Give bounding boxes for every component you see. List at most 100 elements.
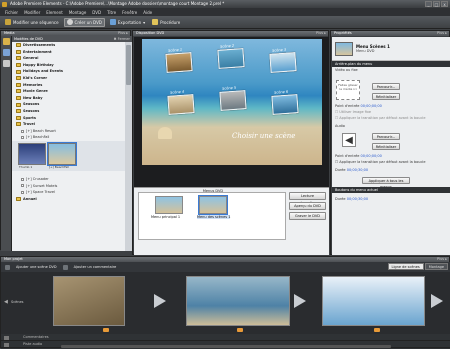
scene-clip[interactable] [53, 276, 125, 326]
maximize-button[interactable]: □ [433, 1, 440, 7]
audio-in-point-value[interactable]: 00;00;00;00 [361, 154, 382, 158]
category-item[interactable]: General [12, 55, 125, 62]
scene-button[interactable]: Scène 6 [271, 90, 299, 115]
in-point-row: Point d'entrée 00;00;00;00 [335, 104, 382, 108]
audio-in-point-row: Point d'entrée 00;00;00;00 [335, 154, 382, 158]
transition-marker[interactable] [431, 294, 443, 308]
transition-marker[interactable] [294, 294, 306, 308]
template-item[interactable]: [+] Crusader [12, 176, 125, 183]
menu-montage[interactable]: Montage [66, 10, 89, 15]
selected-item-type: Menu DVD [356, 49, 375, 53]
templates-tool-icon[interactable] [3, 38, 10, 45]
montage-toggle[interactable]: Montage [424, 263, 448, 270]
burn-dvd-button[interactable]: Graver le DVD [289, 212, 326, 220]
category-item[interactable]: Memories [12, 82, 125, 89]
add-comment-button[interactable]: Ajouter un commentaire [74, 265, 117, 269]
folder-icon [16, 122, 21, 127]
create-dvd-button[interactable]: Créer un DVD [63, 17, 105, 27]
close-button[interactable]: x [441, 1, 448, 7]
scene-button[interactable]: Scène 2 [217, 44, 245, 69]
effects-tool-icon[interactable] [3, 49, 10, 56]
minimize-button[interactable]: _ [425, 1, 432, 7]
category-item[interactable]: Happy Birthday [12, 62, 125, 69]
reset-video-button[interactable]: Réinitialiser [372, 93, 400, 100]
folder-icon [16, 49, 21, 54]
menu-element[interactable]: Element [43, 10, 66, 15]
folder-icon [16, 82, 21, 87]
audio-transition-row[interactable]: ☐ Appliquer la transition par défaut ava… [335, 160, 426, 164]
scene-clip[interactable] [322, 276, 425, 326]
template-item[interactable]: [+] BeachFall [12, 134, 125, 141]
export-button[interactable]: Exportation ▾ [108, 18, 147, 27]
folder-icon [16, 63, 21, 68]
template-item[interactable]: [+] Beach Resort [12, 128, 125, 135]
category-item[interactable]: Kid's Corner [12, 75, 125, 82]
scene-button[interactable]: Scène 5 [219, 86, 247, 111]
menu-edit[interactable]: Modifier [21, 10, 43, 15]
scene-button[interactable]: Scène 4 [167, 90, 195, 115]
transition-row[interactable]: ☐ Appliquer la transition par défaut ava… [335, 116, 426, 120]
reset-audio-button[interactable]: Réinitialiser [372, 143, 400, 150]
category-item[interactable]: Movie Genre [12, 88, 125, 95]
timeline-rows: Commentaires Piste audio [1, 334, 450, 349]
edit-sequence-button[interactable]: Modifier une séquence [3, 18, 61, 27]
expand-icon [21, 136, 24, 140]
panel-menu-icon[interactable]: Plus ▸ [437, 31, 447, 36]
category-item[interactable]: Seasons [12, 108, 125, 115]
category-item[interactable]: Entertainment [12, 49, 125, 56]
menu-dvd[interactable]: DVD [89, 10, 104, 15]
dvd-icon [66, 19, 73, 25]
category-item[interactable]: Annuel [12, 196, 125, 203]
template-thumbnail-selected[interactable]: [+] BeachFall [47, 141, 77, 169]
scene-button[interactable]: Scène 1 [165, 48, 193, 73]
scene-clip[interactable] [186, 276, 290, 326]
menu-bar: Fichier Modifier Element Montage DVD Tit… [0, 8, 450, 16]
scrollbar-thumb[interactable] [126, 45, 131, 85]
menu-buttons-section[interactable]: Boutons du menu actuel [332, 187, 450, 193]
menu-file[interactable]: Fichier [2, 10, 21, 15]
title-bar: Adobe Premiere Elements - C:\Adobe Premi… [0, 0, 450, 8]
still-image-row[interactable]: ☐ Utiliser Image fixe [335, 110, 371, 114]
in-point-value[interactable]: 00;00;00;00 [361, 104, 382, 108]
expand-icon [21, 129, 24, 133]
add-dvd-scene-button[interactable]: Ajouter une scène DVD [16, 265, 57, 269]
duration-value-2[interactable]: 00;00;30;00 [347, 197, 368, 201]
apply-all-menus-button[interactable]: Appliquer à tous les menus [362, 177, 410, 189]
category-item[interactable]: Travel [12, 121, 125, 128]
dvd-menus-box: Menus DVD Menu principal 1 Menu des scèn… [138, 189, 286, 240]
procedure-button[interactable]: Procédure [150, 18, 182, 27]
category-item[interactable]: Seasons [12, 101, 125, 108]
dvd-layout-panel: Disposition DVD Plus ▸ Scène 1 Scène 2 Sc… [132, 30, 329, 255]
add-comment-icon[interactable] [62, 264, 68, 270]
media-scrollbar[interactable] [125, 42, 132, 251]
transition-marker[interactable] [154, 294, 166, 308]
add-scene-icon[interactable] [5, 264, 10, 270]
main-menu-thumbnail[interactable] [155, 196, 183, 214]
preview-dvd-button[interactable]: Aperçu du DVD [289, 202, 326, 210]
category-item[interactable]: Holidays and Events [12, 68, 125, 75]
speaker-icon: ◀ [4, 299, 8, 305]
dvd-menus-caption: Menus DVD [202, 189, 224, 193]
panel-menu-icon[interactable]: Plus ▸ [316, 31, 326, 36]
template-item[interactable]: [+] Sunset Motels [12, 183, 125, 190]
scene-button[interactable]: Scène 3 [269, 48, 297, 73]
export-icon [109, 19, 116, 25]
media-drop-zone[interactable]: Faites glisser le média ici [336, 80, 360, 100]
scenes-menu-thumbnail[interactable] [198, 195, 228, 215]
scene-line-toggle[interactable]: Ligne de scènes [387, 263, 424, 270]
category-item[interactable]: Sports [12, 115, 125, 122]
duration-value[interactable]: 00;00;30;00 [347, 168, 368, 172]
media-panel: Media Plus ▸ Modèles de DVD ✖ Fermer Dive… [0, 30, 132, 251]
template-item[interactable]: [+] Space Travel [12, 189, 125, 196]
autoplay-button[interactable]: Lecture automatique [289, 192, 326, 205]
menu-window[interactable]: Fenêtre [119, 10, 140, 15]
template-thumbnail[interactable]: Thumb 1 [18, 142, 46, 169]
menu-title[interactable]: Titre [104, 10, 119, 15]
titles-tool-icon[interactable] [3, 60, 10, 67]
dvd-menus-area: Menus DVD Menu principal 1 Menu des scèn… [134, 187, 329, 255]
browse-video-button[interactable]: Parcourir... [372, 83, 400, 90]
category-item[interactable]: Divertissements [12, 42, 125, 49]
category-item[interactable]: New Baby [12, 95, 125, 102]
menu-help[interactable]: Aide [140, 10, 155, 15]
browse-audio-button[interactable]: Parcourir... [372, 133, 400, 140]
